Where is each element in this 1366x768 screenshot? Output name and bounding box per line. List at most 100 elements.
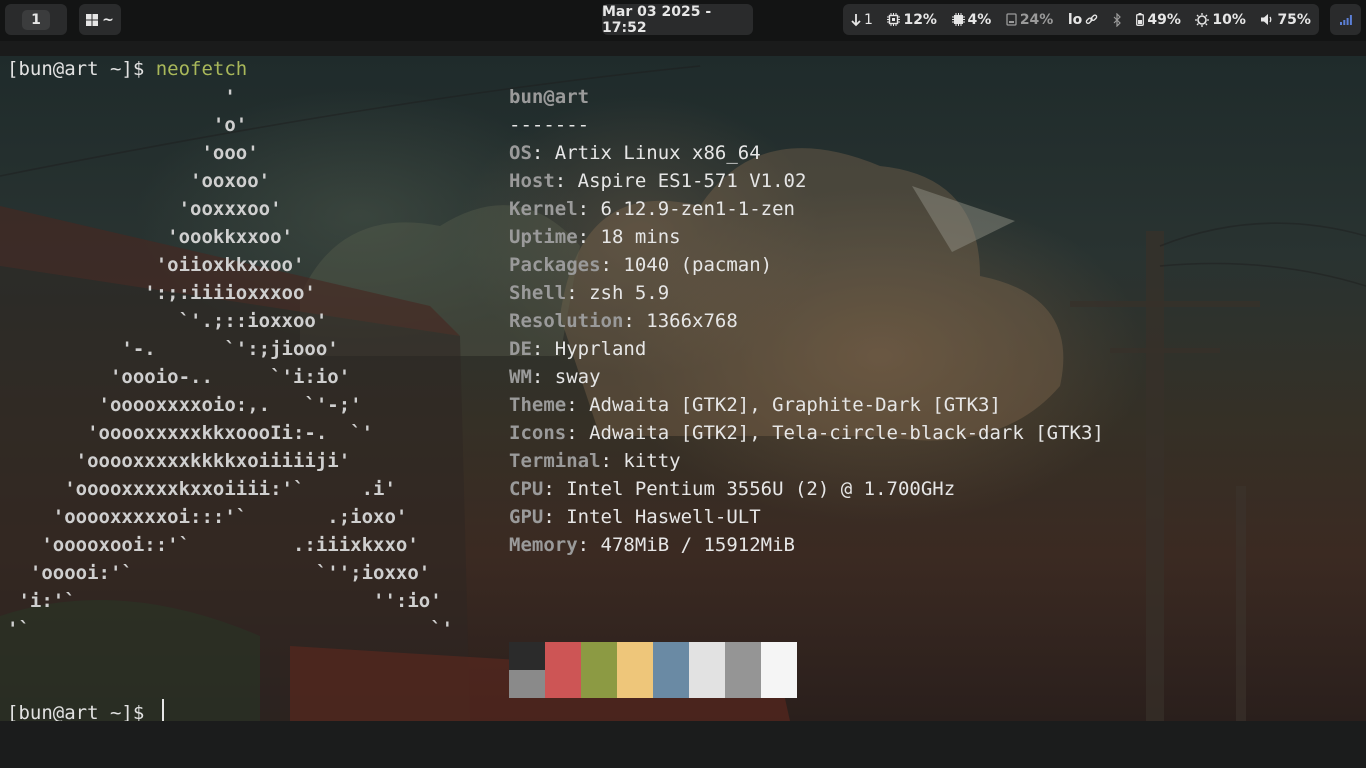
info-colon: : — [543, 478, 567, 500]
info-value: Intel Haswell-ULT — [566, 506, 761, 528]
text-cursor — [162, 699, 164, 723]
workspace-indicator[interactable]: 1 — [5, 4, 67, 35]
info-row-kernel: Kernel: 6.12.9-zen1-1-zen — [509, 195, 795, 223]
info-colon: : — [577, 534, 601, 556]
ascii-logo-line: 'ooo' — [7, 142, 259, 164]
palette-swatch — [581, 642, 617, 670]
info-key: Theme — [509, 394, 567, 416]
info-key: Kernel — [509, 198, 578, 220]
ascii-logo-line: '-. `':;jiooo' — [7, 338, 339, 360]
info-row-icons: Icons: Adwaita [GTK2], Tela-circle-black… — [509, 419, 1104, 447]
ascii-logo-line: 'oiioxkkxxoo' — [7, 254, 305, 276]
palette-swatch — [545, 670, 581, 698]
info-colon: : — [623, 310, 647, 332]
disk-icon — [1006, 13, 1017, 26]
ascii-logo-line: ':;:iiiioxxxoo' — [7, 282, 316, 304]
ascii-logo-line: '` `' — [7, 618, 454, 640]
ascii-logo-line: `'.;::ioxxoo' — [7, 310, 328, 332]
network-indicator[interactable]: lo — [1068, 12, 1098, 28]
volume-indicator[interactable]: 75% — [1260, 12, 1311, 28]
info-value: 18 mins — [600, 226, 681, 248]
info-colon: : — [566, 394, 590, 416]
info-colon: : — [554, 170, 578, 192]
info-colon: : — [531, 338, 555, 360]
info-key: Memory — [509, 534, 578, 556]
disk-indicator[interactable]: 24% — [1006, 12, 1053, 28]
info-key: WM — [509, 366, 532, 388]
palette-swatch — [761, 642, 797, 670]
info-colon: : — [543, 506, 567, 528]
volume-level: 75% — [1277, 11, 1311, 28]
bluetooth-indicator[interactable] — [1113, 12, 1122, 27]
ascii-logo-line: 'ooooxooi::'` .:iiixkxxo' — [7, 534, 419, 556]
volume-icon — [1261, 14, 1272, 25]
info-value: 6.12.9-zen1-1-zen — [600, 198, 795, 220]
palette-swatch — [545, 642, 581, 670]
info-colon: : — [566, 422, 590, 444]
top-bar: 1 ~ Mar 03 2025 - 17:52 1 12% 4% 24% lo — [0, 0, 1366, 41]
info-key: CPU — [509, 478, 544, 500]
info-row-uptime: Uptime: 18 mins — [509, 223, 681, 251]
signal-bars-icon — [1339, 14, 1352, 25]
info-key: Shell — [509, 282, 567, 304]
info-row-shell: Shell: zsh 5.9 — [509, 279, 669, 307]
info-key: Resolution — [509, 310, 624, 332]
info-row-cpu: CPU: Intel Pentium 3556U (2) @ 1.700GHz — [509, 475, 955, 503]
info-row-host: Host: Aspire ES1-571 V1.02 — [509, 167, 806, 195]
command-text: neofetch — [155, 58, 248, 80]
info-row-gpu: GPU: Intel Haswell-ULT — [509, 503, 761, 531]
info-key: GPU — [509, 506, 544, 528]
info-row-de: DE: Hyprland — [509, 335, 646, 363]
updates-indicator[interactable]: 1 — [851, 12, 873, 28]
workspace-number[interactable]: 1 — [22, 9, 50, 30]
palette-swatch — [617, 670, 653, 698]
updates-count: 1 — [864, 11, 873, 28]
info-key: Icons — [509, 422, 567, 444]
info-value: kitty — [623, 450, 681, 472]
ram-usage: 4% — [967, 11, 992, 28]
clock[interactable]: Mar 03 2025 - 17:52 — [602, 4, 753, 36]
ascii-logo-line: 'ooooxxxxxkxxoiiii:'` .i' — [7, 478, 396, 500]
shell-prompt: [bun@art ~]$ — [7, 58, 156, 80]
info-key: OS — [509, 142, 532, 164]
terminal-bottom-padding — [0, 721, 1366, 768]
info-value: Artix Linux x86_64 — [554, 142, 761, 164]
ascii-logo-line: 'o' — [7, 114, 248, 136]
ascii-logo-line: 'ooooi:'` `'';ioxxo' — [7, 562, 431, 584]
info-row-terminal: Terminal: kitty — [509, 447, 681, 475]
info-value: 1040 (pacman) — [623, 254, 773, 276]
color-palette — [509, 642, 797, 698]
user-host: bun@art — [509, 86, 590, 108]
network-interface: lo — [1067, 11, 1083, 28]
info-row-os: OS: Artix Linux x86_64 — [509, 139, 761, 167]
battery-icon — [1136, 13, 1145, 26]
battery-level: 49% — [1147, 11, 1181, 28]
launcher-label: ~ — [102, 11, 114, 28]
signal-button[interactable] — [1330, 4, 1361, 35]
info-value: Adwaita [GTK2], Tela-circle-black-dark [… — [589, 422, 1104, 444]
app-launcher-button[interactable]: ~ — [79, 4, 121, 35]
battery-indicator[interactable]: 49% — [1136, 12, 1181, 28]
brightness-indicator[interactable]: 10% — [1195, 12, 1246, 28]
info-row-resolution: Resolution: 1366x768 — [509, 307, 738, 335]
brightness-level: 10% — [1212, 11, 1246, 28]
info-value: 478MiB / 15912MiB — [600, 534, 795, 556]
info-row-theme: Theme: Adwaita [GTK2], Graphite-Dark [GT… — [509, 391, 1001, 419]
windows-icon — [86, 13, 99, 26]
info-colon: : — [600, 254, 624, 276]
info-row-packages: Packages: 1040 (pacman) — [509, 251, 772, 279]
ascii-logo-line: 'ooxxxoo' — [7, 198, 282, 220]
ascii-logo-line: 'ooxoo' — [7, 170, 271, 192]
ascii-logo-line: 'i:'` '':io' — [7, 590, 442, 612]
terminal-window[interactable]: [bun@art ~]$ neofetch ' 'o' 'ooo' 'ooxoo… — [0, 56, 1366, 721]
cpu-usage: 12% — [903, 11, 937, 28]
ascii-logo-line: 'ooooxxxxxkkxoooIi:-. `' — [7, 422, 374, 444]
ascii-logo-line: 'ooooxxxxxkkkkxoiiiiiji' — [7, 450, 351, 472]
cpu-indicator[interactable]: 12% — [887, 12, 937, 28]
ram-indicator[interactable]: 4% — [951, 11, 992, 28]
info-value: Hyprland — [554, 338, 647, 360]
palette-swatch — [761, 670, 797, 698]
info-value: Adwaita [GTK2], Graphite-Dark [GTK3] — [589, 394, 1001, 416]
palette-swatch — [581, 670, 617, 698]
info-key: Host — [509, 170, 555, 192]
